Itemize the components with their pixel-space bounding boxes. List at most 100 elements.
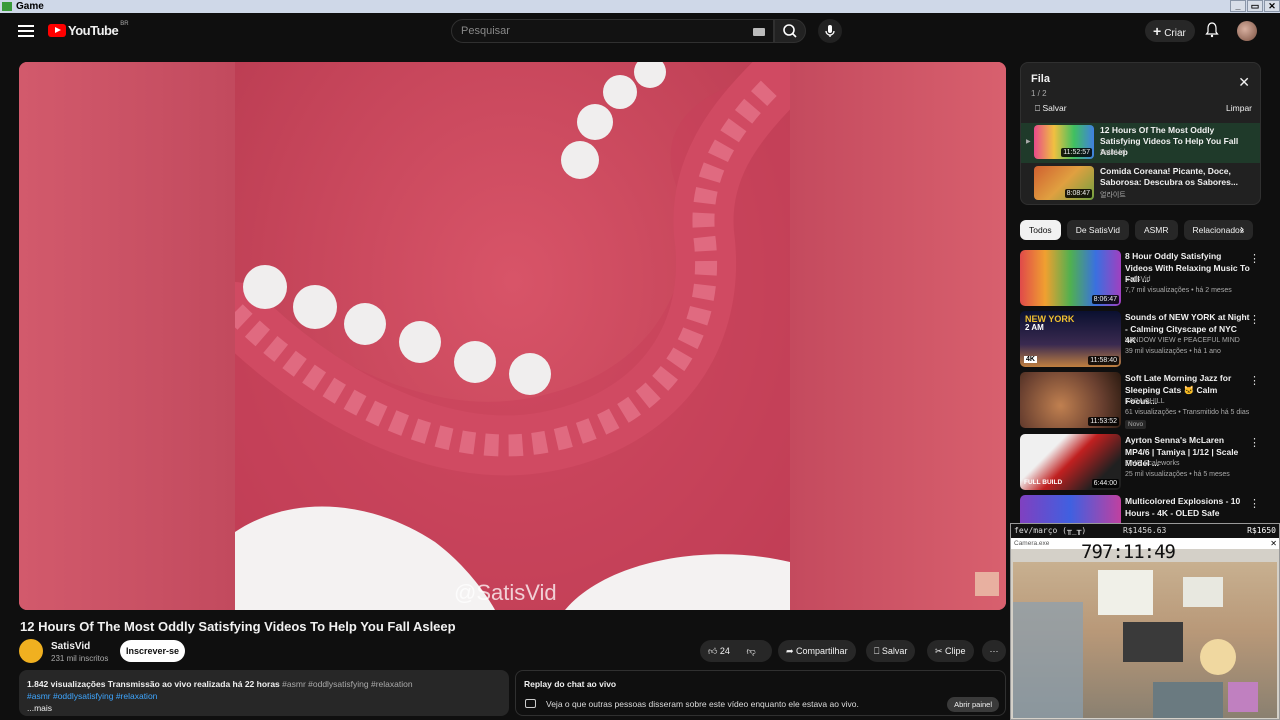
inline-tags: #asmr #oddlysatisfying #relaxation [282,679,413,689]
blurred-backdrop-left [19,62,235,610]
rec-meta: 7,7 mil visualizações • há 2 meses [1125,287,1232,294]
live-chat-replay: Replay do chat ao vivo Veja o que outras… [515,670,1006,716]
show-more-link[interactable]: ...mais [27,702,501,714]
chat-bubble-icon [525,699,536,708]
filter-chips: Todos De SatisVid ASMR Relacionados [1020,220,1259,240]
rec-channel: WINDOW VIEW e PEACEFUL MIND [1125,337,1240,344]
channel-avatar[interactable] [19,639,43,663]
window-title: Game [16,1,44,12]
search-icon [783,24,797,38]
save-button[interactable]: ⎕ Salvar [866,640,916,662]
duration: 8:06:47 [1091,295,1119,304]
masthead: YouTube BR Pesquisar + Criar [0,13,1280,53]
like-button[interactable]: 👍︎ 24 [708,646,730,656]
dislike-button[interactable]: 👎︎ [746,646,755,656]
channel-name[interactable]: SatisVid [51,641,90,652]
window-title-bar: Game _ ▭ ✕ [0,0,1280,13]
description-box[interactable]: 1.842 visualizações Transmissão ao vivo … [19,670,509,716]
subscribe-button[interactable]: Inscrever-se [120,640,185,662]
channel-branding-thumb[interactable] [975,572,999,596]
like-count: 24 [719,646,730,656]
more-options-icon[interactable]: ⋮ [1249,252,1260,265]
menu-icon[interactable] [18,25,34,37]
share-icon: ➦ [786,646,797,656]
queue-item-title: Comida Coreana! Picante, Doce, Saborosa:… [1100,166,1238,187]
close-icon[interactable]: ✕ [1270,538,1277,549]
view-stats: 1.842 visualizações Transmissão ao vivo … [27,679,280,689]
video-player[interactable]: @SatisVid [19,62,1006,610]
like-dislike-group: 👍︎ 24 👎︎ [700,640,772,662]
more-options-icon[interactable]: ⋮ [1249,497,1260,510]
duration: 8:08:47 [1064,189,1092,198]
thumb-text: FULL BUILD [1024,479,1063,486]
logo-text: YouTube [68,23,119,38]
duration: 6:44:00 [1091,479,1119,488]
queue-thumbnail: 8:08:47 [1034,166,1094,200]
rec-title: Multicolored Explosions - 10 Hours - 4K … [1125,496,1241,518]
recommendation-item[interactable]: FULL BUILD 6:44:00 Ayrton Senna's McLare… [1020,434,1265,492]
queue-save-button[interactable]: ⎕ Salvar [1035,103,1067,114]
queue-thumbnail: 11:52:57 [1034,125,1094,159]
camera-overlay-window[interactable]: fev/março (╥_╥) R$1456.63 R$1650 Camera.… [1010,523,1280,720]
cake-frosting-scene [205,62,805,610]
more-options-icon[interactable]: ⋮ [1249,374,1260,387]
duration: 11:58:40 [1088,356,1119,365]
video-thumbnail: 11:53:52 [1020,372,1121,428]
queue-item[interactable]: ▶ 11:52:57 12 Hours Of The Most Oddly Sa… [1021,123,1260,163]
recommendation-item[interactable]: NEW YORK 2 AM 4K 11:58:40 Sounds of NEW … [1020,311,1265,369]
rec-channel: YASA CHILL [1125,398,1165,405]
chip-all[interactable]: Todos [1020,220,1061,240]
more-actions-button[interactable]: ··· [982,640,1006,662]
video-thumbnail: NEW YORK 2 AM 4K 11:58:40 [1020,311,1121,367]
share-button[interactable]: ➦ Compartilhar [778,640,856,662]
chat-title: Replay do chat ao vivo [524,679,617,689]
voice-search-button[interactable] [818,19,842,43]
account-avatar[interactable] [1237,21,1257,41]
youtube-logo[interactable]: YouTube BR [48,21,129,38]
thumbs-down-icon: 👎︎ [746,646,756,656]
share-label: Compartilhar [796,646,848,656]
keyboard-icon[interactable] [753,28,765,36]
stats-bar: fev/março (╥_╥) R$1456.63 R$1650 [1011,524,1279,538]
recommendation-item[interactable]: 11:53:52 Soft Late Morning Jazz for Slee… [1020,372,1265,430]
minimize-button[interactable]: _ [1230,0,1246,12]
duration: 11:52:57 [1061,148,1092,157]
open-panel-button[interactable]: Abrir painel [947,697,999,712]
more-options-icon[interactable]: ⋮ [1249,313,1260,326]
thumbs-up-icon: 👍︎ [708,646,718,656]
video-thumbnail [1020,495,1121,523]
create-button[interactable]: + Criar [1145,20,1195,42]
video-frame [205,62,805,610]
bookmark-icon: ⎕ [874,646,882,656]
plus-icon: + [1153,23,1162,39]
maximize-button[interactable]: ▭ [1247,0,1263,12]
close-icon[interactable]: ✕ [1238,74,1250,91]
video-thumbnail: 8:06:47 [1020,250,1121,306]
hashtags[interactable]: #asmr #oddlysatisfying #relaxation [27,690,501,702]
chip-from-channel[interactable]: De SatisVid [1066,220,1129,240]
recommendation-item[interactable]: Multicolored Explosions - 10 Hours - 4K … [1020,495,1265,523]
queue-clear-button[interactable]: Limpar [1226,103,1252,113]
rec-meta: 61 visualizações • Transmitido há 5 dias [1125,409,1250,416]
chevron-right-icon[interactable]: › [1240,222,1244,236]
video-thumbnail: FULL BUILD 6:44:00 [1020,434,1121,490]
queue-item-channel: 얼라이트 [1100,192,1126,199]
more-options-icon[interactable]: ⋮ [1249,436,1260,449]
duration: 11:53:52 [1088,417,1119,426]
webcam-feed [1013,562,1277,718]
game-icon [2,2,12,11]
rec-meta: 39 mil visualizações • há 1 ano [1125,348,1221,355]
room-scene [1013,570,1258,718]
notifications-bell-icon[interactable] [1205,22,1219,38]
search-button[interactable] [774,19,806,43]
search-input[interactable]: Pesquisar [451,19,774,43]
rec-channel: OMG Scaleworks [1125,460,1180,467]
recommendation-item[interactable]: 8:06:47 8 Hour Oddly Satisfying Videos W… [1020,250,1265,308]
clip-button[interactable]: ✂ Clipe [927,640,974,662]
rec-meta: 25 mil visualizações • há 5 meses [1125,471,1230,478]
queue-title: Fila [1031,73,1050,85]
queue-item[interactable]: 8:08:47 Comida Coreana! Picante, Doce, S… [1021,164,1260,204]
chip-asmr[interactable]: ASMR [1134,220,1178,240]
close-window-button[interactable]: ✕ [1264,0,1280,12]
queue-count: 1 / 2 [1031,89,1047,98]
